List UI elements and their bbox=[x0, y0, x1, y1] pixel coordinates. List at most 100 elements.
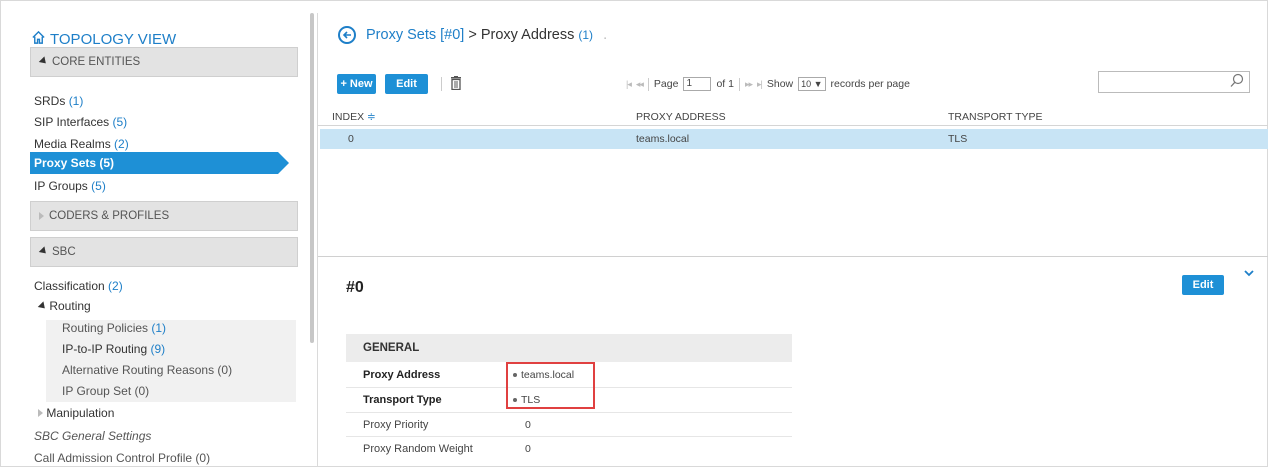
first-page-icon[interactable]: |◂ bbox=[626, 79, 632, 90]
records-per-page-select[interactable]: 10 ▼ bbox=[798, 77, 826, 91]
table-row[interactable]: 0 teams.local TLS bbox=[320, 129, 1268, 149]
delete-trash-icon[interactable] bbox=[450, 76, 462, 91]
breadcrumb-parent-link[interactable]: Proxy Sets [#0] bbox=[366, 27, 464, 43]
sidebar-item-srds[interactable]: SRDs (1) bbox=[34, 94, 83, 108]
sidebar-item-sbc-general-settings[interactable]: SBC General Settings bbox=[34, 429, 151, 443]
sort-icon: ≑ bbox=[367, 111, 376, 123]
cell-proxy-address: teams.local bbox=[636, 133, 690, 145]
item-label: Manipulation bbox=[46, 406, 115, 420]
page-label: Page bbox=[653, 78, 679, 90]
sidebar-item-routing-policies[interactable]: Routing Policies (1) bbox=[62, 321, 166, 335]
section-coders-profiles[interactable]: CODERS & PROFILES bbox=[30, 201, 298, 231]
sidebar-item-sip-interfaces[interactable]: SIP Interfaces (5) bbox=[34, 115, 127, 129]
item-count: (2) bbox=[108, 279, 123, 293]
next-page-icon[interactable]: ▸▸ bbox=[745, 79, 753, 90]
item-label: SBC General Settings bbox=[34, 429, 152, 443]
page-of-label: of 1 bbox=[716, 78, 734, 90]
field-label-proxy-random-weight: Proxy Random Weight bbox=[363, 443, 473, 455]
field-label-proxy-address: Proxy Address bbox=[363, 369, 441, 381]
item-label: Routing bbox=[49, 299, 91, 313]
field-value-proxy-random-weight: 0 bbox=[525, 443, 531, 455]
chevron-down-icon[interactable] bbox=[1243, 266, 1255, 280]
section-label: CODERS & PROFILES bbox=[49, 210, 170, 222]
item-label: SRDs bbox=[34, 94, 66, 108]
item-label: IP-to-IP Routing bbox=[62, 342, 148, 356]
column-header-transport-type[interactable]: TRANSPORT TYPE bbox=[948, 111, 1043, 123]
detail-title: #0 bbox=[346, 279, 364, 296]
field-label-proxy-priority: Proxy Priority bbox=[363, 419, 429, 431]
pane-divider bbox=[318, 256, 1268, 257]
column-label: INDEX bbox=[332, 111, 365, 123]
item-label: Routing Policies bbox=[62, 321, 149, 335]
pager-separator bbox=[647, 77, 649, 91]
item-label: Alternative Routing Reasons (0) bbox=[62, 363, 233, 377]
search-icon[interactable] bbox=[1229, 73, 1245, 92]
page-number-input[interactable]: 1 bbox=[683, 77, 712, 91]
expanded-triangle-icon bbox=[38, 56, 49, 67]
last-page-icon[interactable]: ▸| bbox=[757, 79, 763, 90]
sidebar-item-cac-profile[interactable]: Call Admission Control Profile (0) bbox=[34, 451, 210, 465]
item-label: Classification bbox=[34, 279, 105, 293]
field-label-transport-type: Transport Type bbox=[363, 394, 442, 406]
item-label: Call Admission Control Profile (0) bbox=[34, 451, 211, 465]
item-count: (1) bbox=[68, 94, 84, 108]
item-count: (2) bbox=[114, 137, 129, 151]
cell-index: 0 bbox=[348, 133, 354, 145]
row-divider bbox=[346, 412, 792, 413]
pager-separator bbox=[738, 77, 740, 91]
sidebar-item-ip-groups[interactable]: IP Groups (5) bbox=[34, 179, 106, 193]
item-count: (1) bbox=[151, 321, 167, 335]
expanded-triangle-icon bbox=[37, 301, 48, 312]
sidebar-item-alternative-routing-reasons[interactable]: Alternative Routing Reasons (0) bbox=[62, 363, 232, 377]
item-label: Proxy Sets (5) bbox=[34, 156, 115, 170]
splitter-handle[interactable] bbox=[310, 13, 314, 343]
cell-transport-type: TLS bbox=[948, 133, 968, 145]
highlight-box bbox=[506, 362, 595, 409]
item-count: (5) bbox=[112, 115, 128, 129]
sidebar-item-media-realms[interactable]: Media Realms (2) bbox=[34, 137, 129, 151]
item-label: Media Realms bbox=[34, 137, 111, 151]
collapsed-triangle-icon bbox=[38, 409, 43, 417]
sidebar-item-ip-group-set[interactable]: IP Group Set (0) bbox=[62, 384, 149, 398]
search-input[interactable] bbox=[1098, 71, 1250, 93]
section-sbc[interactable]: SBC bbox=[30, 237, 298, 267]
sidebar-item-ip-to-ip-routing[interactable]: IP-to-IP Routing (9) bbox=[62, 342, 165, 356]
records-per-page-label: records per page bbox=[830, 78, 910, 90]
sidebar-item-routing[interactable]: Routing bbox=[37, 299, 91, 313]
show-label: Show bbox=[766, 78, 794, 90]
prev-page-icon[interactable]: ◂◂ bbox=[636, 79, 644, 90]
breadcrumb-separator: > bbox=[468, 27, 477, 43]
row-divider bbox=[346, 436, 792, 437]
column-header-proxy-address[interactable]: PROXY ADDRESS bbox=[636, 111, 726, 123]
section-label: CORE ENTITIES bbox=[52, 56, 141, 68]
table-header: INDEX ≑ PROXY ADDRESS TRANSPORT TYPE bbox=[318, 108, 1268, 126]
item-label: IP Groups bbox=[34, 179, 88, 193]
collapsed-triangle-icon bbox=[39, 212, 44, 220]
topology-view-title: TOPOLOGY VIEW bbox=[50, 31, 177, 48]
title-dot: . bbox=[603, 27, 608, 43]
detail-edit-button[interactable]: Edit bbox=[1182, 275, 1224, 295]
page-title: Proxy Address bbox=[480, 27, 575, 43]
section-label: SBC bbox=[52, 246, 76, 258]
breadcrumb: Proxy Sets [#0] > Proxy Address (1) . bbox=[338, 26, 607, 44]
sidebar-item-classification[interactable]: Classification (2) bbox=[34, 279, 123, 293]
field-value-proxy-priority: 0 bbox=[525, 419, 531, 431]
back-arrow-icon[interactable] bbox=[338, 26, 356, 44]
column-header-index[interactable]: INDEX ≑ bbox=[332, 111, 376, 123]
divider bbox=[317, 13, 318, 467]
sidebar-item-proxy-sets[interactable]: Proxy Sets (5) bbox=[30, 152, 289, 174]
sidebar-item-manipulation[interactable]: Manipulation bbox=[38, 406, 114, 420]
edit-button[interactable]: Edit bbox=[385, 74, 428, 94]
item-count: (5) bbox=[91, 179, 106, 193]
sidebar: TOPOLOGY VIEW CORE ENTITIES SRDs (1) SIP… bbox=[18, 14, 310, 467]
toolbar-separator bbox=[441, 77, 442, 91]
page-title-count: (1) bbox=[578, 28, 594, 42]
new-button[interactable]: + New bbox=[337, 74, 376, 94]
pagination: |◂ ◂◂ Page 1 of 1 ▸▸ ▸| Show 10 ▼ record… bbox=[626, 77, 910, 91]
general-section-header: GENERAL bbox=[346, 334, 792, 362]
item-label: SIP Interfaces bbox=[34, 115, 110, 129]
item-label: IP Group Set (0) bbox=[62, 384, 150, 398]
item-count: (9) bbox=[150, 342, 166, 356]
expanded-triangle-icon bbox=[38, 246, 49, 257]
section-core-entities[interactable]: CORE ENTITIES bbox=[30, 47, 298, 77]
